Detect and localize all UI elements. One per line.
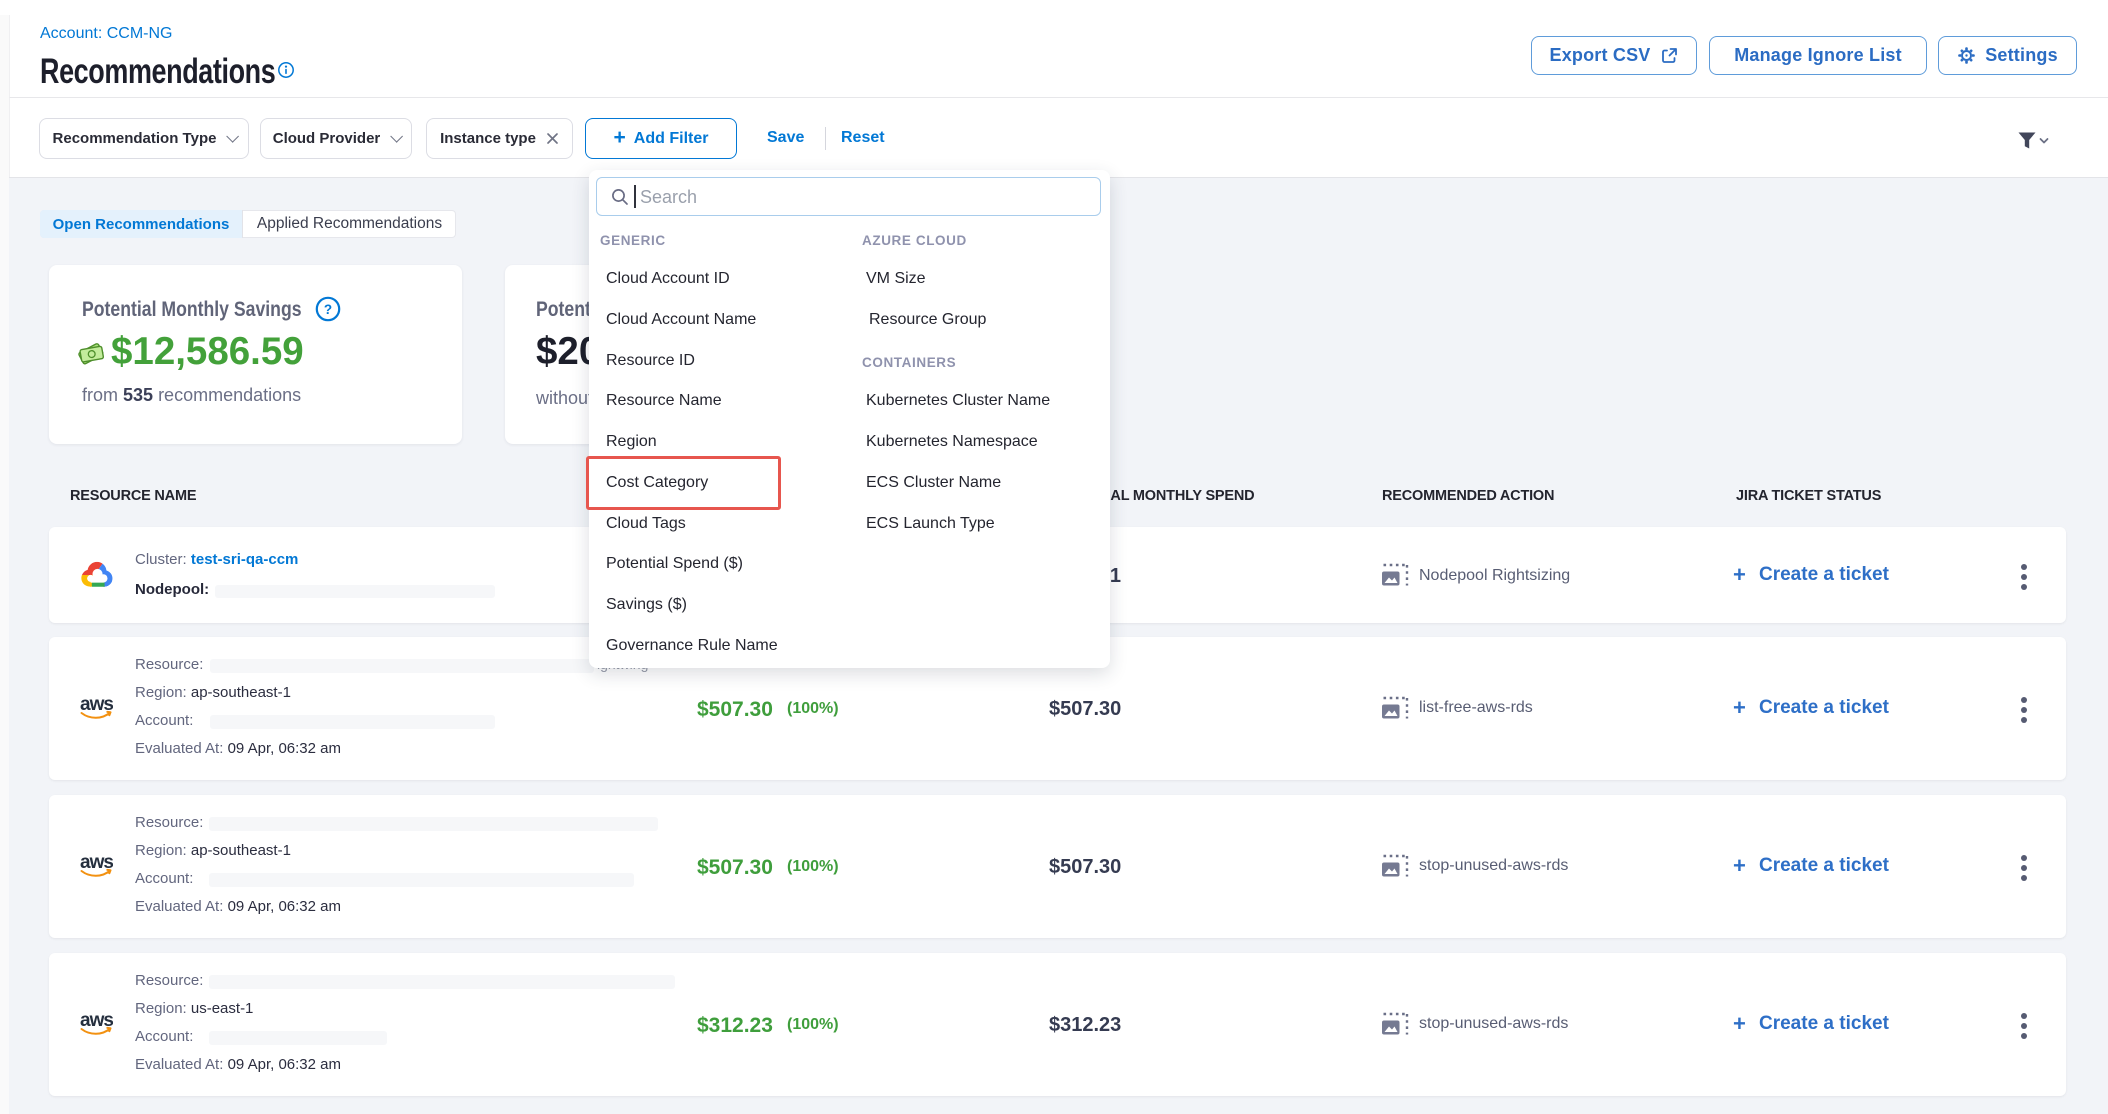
svg-text:?: ?	[324, 302, 332, 317]
